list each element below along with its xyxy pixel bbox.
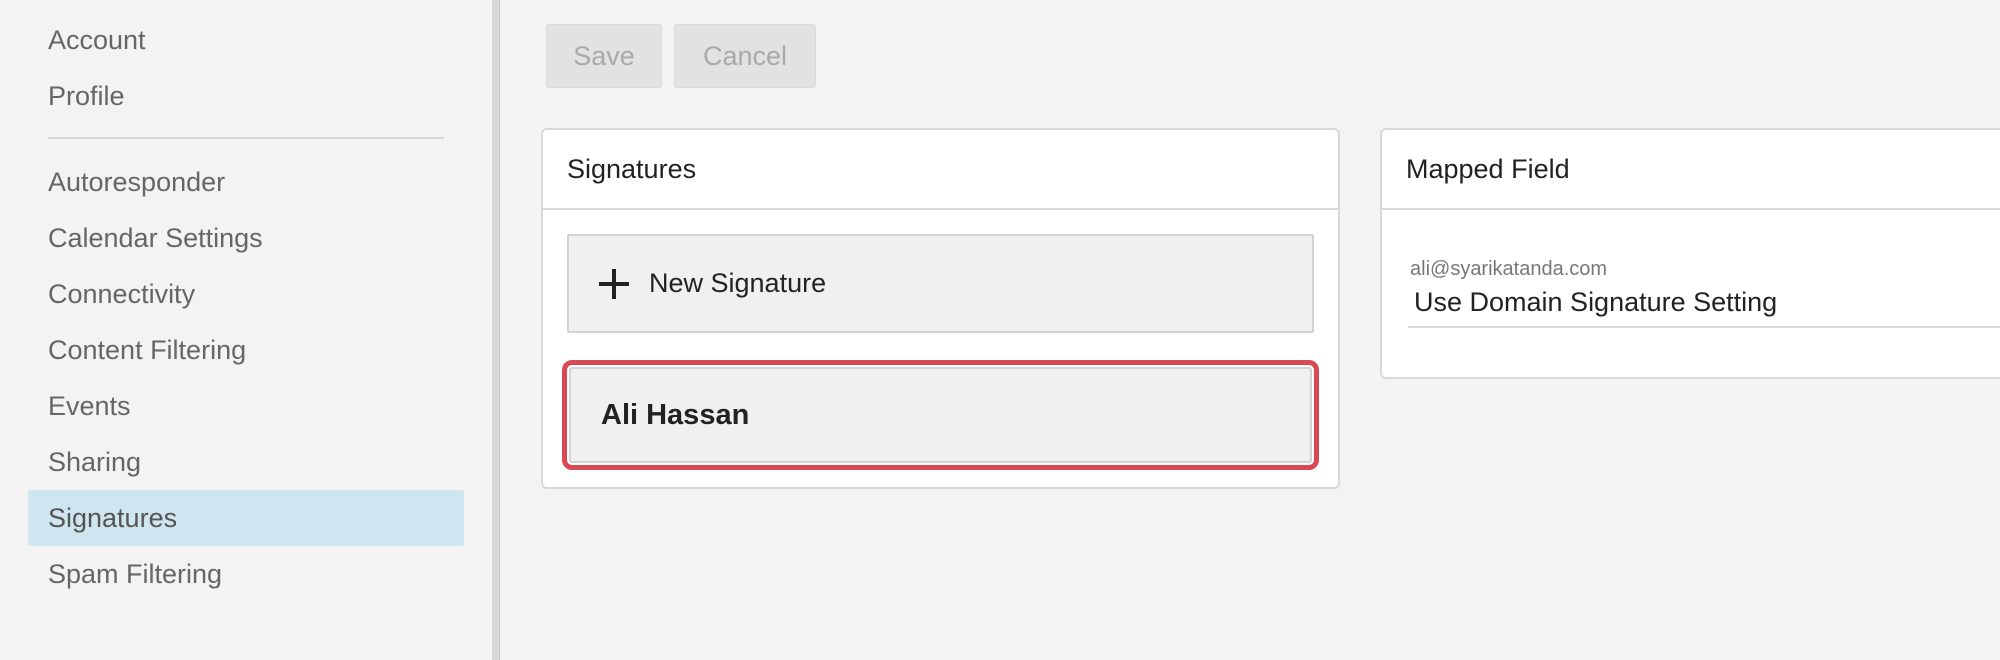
- sidebar-item-autoresponder[interactable]: Autoresponder: [28, 154, 464, 210]
- sidebar-item-spam-filtering[interactable]: Spam Filtering: [28, 546, 464, 602]
- signature-item-selected[interactable]: Ali Hassan: [562, 360, 1319, 470]
- mapped-signature-select[interactable]: Use Domain Signature Setting: [1408, 287, 2000, 318]
- sidebar-item-calendar-settings[interactable]: Calendar Settings: [28, 210, 464, 266]
- sidebar-resize-handle[interactable]: [492, 0, 500, 660]
- app-window: Account Profile Autoresponder Calendar S…: [0, 0, 2000, 660]
- sidebar-item-account[interactable]: Account: [28, 12, 464, 68]
- signature-item: Ali Hassan: [569, 367, 1312, 463]
- cancel-button[interactable]: Cancel: [674, 24, 816, 88]
- sidebar-divider: [48, 137, 444, 139]
- sidebar-item-signatures[interactable]: Signatures: [28, 490, 464, 546]
- new-signature-button[interactable]: New Signature: [567, 234, 1314, 333]
- signatures-panel: Signatures New Signature Ali Hassan: [541, 128, 1340, 489]
- mapped-field-row[interactable]: ali@syarikatanda.com Use Domain Signatur…: [1408, 258, 2000, 328]
- sidebar-item-profile[interactable]: Profile: [28, 68, 464, 124]
- sidebar-item-sharing[interactable]: Sharing: [28, 434, 464, 490]
- mapped-field-panel: Mapped Field ali@syarikatanda.com Use Do…: [1380, 128, 2000, 379]
- signature-name: Ali Hassan: [601, 398, 750, 431]
- plus-icon: [599, 268, 629, 299]
- settings-sidebar: Account Profile Autoresponder Calendar S…: [0, 0, 492, 660]
- sidebar-item-content-filtering[interactable]: Content Filtering: [28, 322, 464, 378]
- mapped-field-panel-title: Mapped Field: [1382, 130, 2000, 210]
- save-button[interactable]: Save: [546, 24, 662, 88]
- signatures-panel-title: Signatures: [543, 130, 1338, 210]
- sidebar-item-connectivity[interactable]: Connectivity: [28, 266, 464, 322]
- sidebar-item-events[interactable]: Events: [28, 378, 464, 434]
- mapped-email-label: ali@syarikatanda.com: [1410, 258, 1608, 280]
- new-signature-label: New Signature: [649, 268, 827, 298]
